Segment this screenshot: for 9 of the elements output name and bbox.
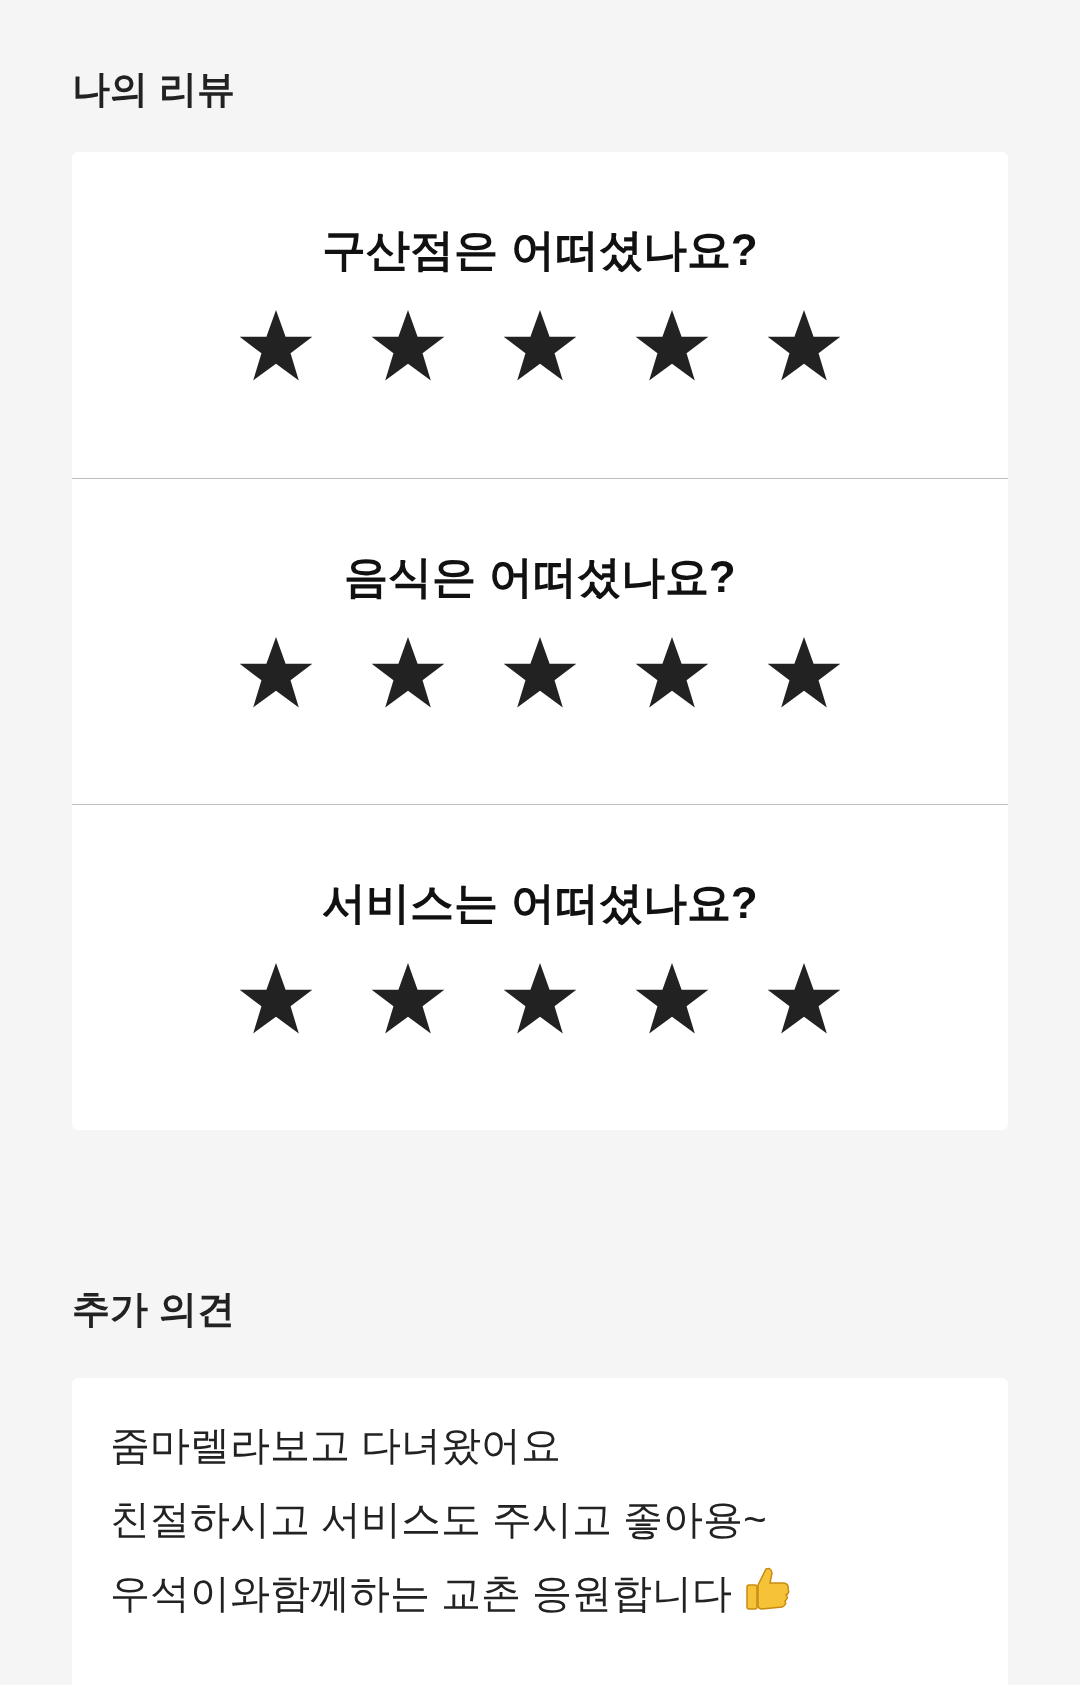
question-title: 구산점은 어떠셨나요? [322,228,758,272]
question-title: 서비스는 어떠셨나요? [322,881,758,925]
comment-text: 우석이와함께하는 교촌 응원합니다 [110,1571,733,1615]
comment-text: 줌마렐라보고 다녀왔어요 [110,1423,562,1467]
section-title: 추가 의견 [72,1290,236,1328]
comment-text: 친절하시고 서비스도 주시고 좋아용~ [110,1497,767,1541]
section-title: 나의 리뷰 [72,70,236,108]
question-title: 음식은 어떠셨나요? [344,555,736,599]
thumbs-up-icon [744,1565,791,1613]
